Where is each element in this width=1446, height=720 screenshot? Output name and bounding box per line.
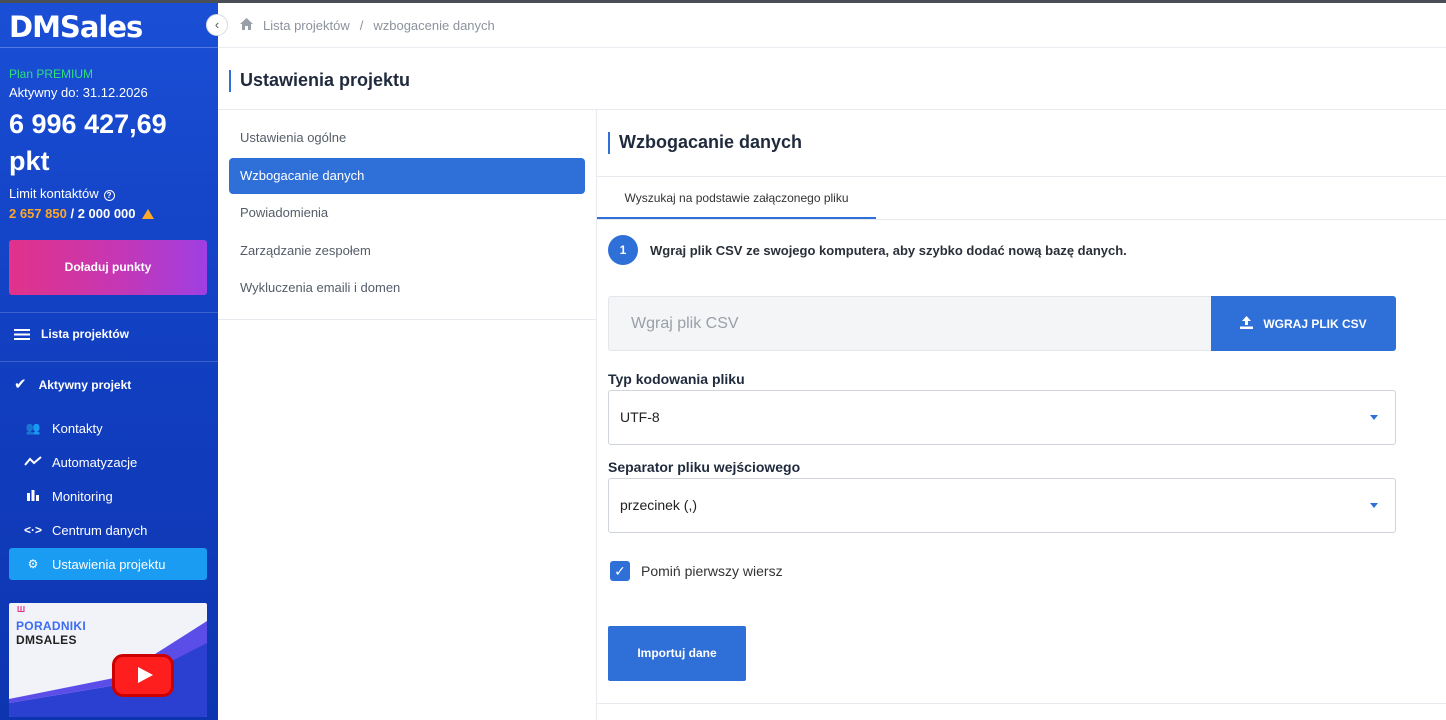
bar-chart-icon	[24, 489, 42, 504]
settings-menu-team-management[interactable]: Zarządzanie zespołem	[229, 233, 585, 269]
points-unit: pkt	[9, 146, 50, 176]
topup-points-button[interactable]: Doładuj punkty	[9, 240, 207, 295]
sidebar-item-automations[interactable]: Automatyzacje	[9, 446, 207, 478]
import-data-button[interactable]: Importuj dane	[608, 626, 746, 681]
skip-first-row-label[interactable]: Pomiń pierwszy wiersz	[641, 563, 783, 579]
promo-subtitle: DMSALES	[16, 633, 77, 647]
title-accent	[229, 70, 231, 92]
breadcrumb-separator: /	[359, 18, 364, 33]
upload-csv-button[interactable]: WGRAJ PLIK CSV	[1211, 296, 1396, 351]
sidebar-item-data-center[interactable]: <·> Centrum danych	[9, 514, 207, 546]
sidebar-item-contacts[interactable]: 👥 Kontakty	[9, 412, 207, 444]
limit-used: 2 657 850	[9, 206, 67, 221]
separator-select[interactable]: przecinek (,)	[608, 478, 1396, 533]
section-title: Wzbogacanie danych	[619, 132, 803, 152]
breadcrumb-item-projects[interactable]: Lista projektów	[263, 18, 350, 33]
breadcrumb-item-current: wzbogacenie danych	[373, 18, 495, 33]
plan-expiry: Aktywny do: 31.12.2026	[9, 85, 148, 100]
sidebar-item-label: Ustawienia projektu	[52, 556, 166, 572]
contact-limit-label: Limit kontaktów	[9, 186, 99, 201]
sidebar: DMSales Plan PREMIUM Aktywny do: 31.12.2…	[0, 0, 218, 720]
limit-max: 2 000 000	[77, 206, 136, 221]
title-accent	[608, 132, 610, 154]
caret-down-icon	[1370, 503, 1378, 508]
collapse-sidebar-button[interactable]: ‹	[206, 14, 228, 36]
sidebar-item-monitoring[interactable]: Monitoring	[9, 480, 207, 512]
points-balance: 6 996 427,69 pkt	[9, 106, 209, 180]
separator-value: przecinek (,)	[620, 497, 698, 513]
limit-separator: /	[66, 206, 78, 221]
sidebar-item-label: Monitoring	[52, 488, 113, 504]
settings-menu-data-enrichment[interactable]: Wzbogacanie danych	[229, 158, 585, 194]
data-enrichment-panel: Wzbogacanie danych Wyszukaj na podstawie…	[597, 110, 1446, 720]
divider	[0, 312, 218, 313]
sidebar-item-label: Centrum danych	[52, 522, 148, 538]
youtube-play-icon[interactable]	[112, 654, 174, 697]
users-icon: 👥	[25, 421, 41, 435]
divider	[0, 361, 218, 362]
warning-icon	[141, 209, 154, 219]
help-icon[interactable]: ?	[103, 190, 115, 201]
sidebar-item-label: Lista projektów	[41, 327, 130, 341]
settings-menu-exclusions[interactable]: Wykluczenia emaili i domen	[229, 270, 585, 306]
caret-down-icon	[1370, 415, 1378, 420]
top-bar: Lista projektów / wzbogacenie danych	[218, 3, 1446, 48]
encoding-label: Typ kodowania pliku	[608, 371, 745, 387]
list-icon	[14, 328, 30, 340]
check-icon: ✔	[14, 376, 27, 393]
page-title: Ustawienia projektu	[240, 70, 411, 90]
step-instruction: Wgraj plik CSV ze swojego komputera, aby…	[650, 243, 1127, 258]
csv-file-input[interactable]: Wgraj plik CSV	[608, 296, 1212, 351]
divider	[597, 219, 1446, 220]
points-value: 6 996 427,69	[9, 109, 167, 139]
encoding-value: UTF-8	[620, 409, 660, 425]
tutorials-promo-banner[interactable]: Ш PORADNIKI DMSALES	[9, 603, 207, 717]
tab-search-by-file[interactable]: Wyszukaj na podstawie załączonego pliku	[597, 177, 876, 219]
logo[interactable]: DMSales	[9, 10, 143, 44]
home-icon[interactable]	[240, 18, 253, 33]
settings-menu: Ustawienia ogólne Wzbogacanie danych Pow…	[218, 110, 596, 320]
promo-logo-icon: Ш	[17, 605, 26, 614]
upload-icon	[1240, 315, 1254, 332]
settings-menu-notifications[interactable]: Powiadomienia	[229, 195, 585, 231]
step-number-badge: 1	[608, 235, 638, 265]
settings-menu-general[interactable]: Ustawienia ogólne	[229, 120, 585, 156]
contact-limit-values: 2 657 850 / 2 000 000	[9, 206, 154, 221]
sidebar-item-label: Automatyzacje	[52, 454, 138, 470]
window-top-edge	[0, 0, 1446, 3]
breadcrumb: Lista projektów / wzbogacenie danych	[240, 18, 495, 33]
encoding-select[interactable]: UTF-8	[608, 390, 1396, 445]
sidebar-item-active-project[interactable]: ✔ Aktywny projekt	[14, 377, 131, 392]
page-header: Ustawienia projektu	[218, 48, 1446, 110]
plan-label: Plan PREMIUM	[9, 67, 94, 81]
separator-label: Separator pliku wejściowego	[608, 459, 801, 475]
code-icon: <·>	[24, 523, 43, 537]
contact-limit: Limit kontaktów?	[9, 186, 115, 201]
gear-icon: ⚙	[27, 557, 39, 571]
sidebar-item-projects[interactable]: Lista projektów	[14, 327, 129, 341]
skip-first-row-checkbox[interactable]: ✓	[610, 561, 630, 581]
divider	[597, 703, 1446, 704]
sidebar-item-project-settings[interactable]: ⚙ Ustawienia projektu	[9, 548, 207, 580]
trend-icon	[24, 455, 42, 470]
sidebar-item-label: Kontakty	[52, 420, 103, 436]
upload-csv-label: WGRAJ PLIK CSV	[1263, 316, 1367, 331]
sidebar-item-label: Aktywny projekt	[38, 377, 132, 392]
promo-title: PORADNIKI	[16, 619, 87, 633]
divider	[0, 47, 218, 48]
